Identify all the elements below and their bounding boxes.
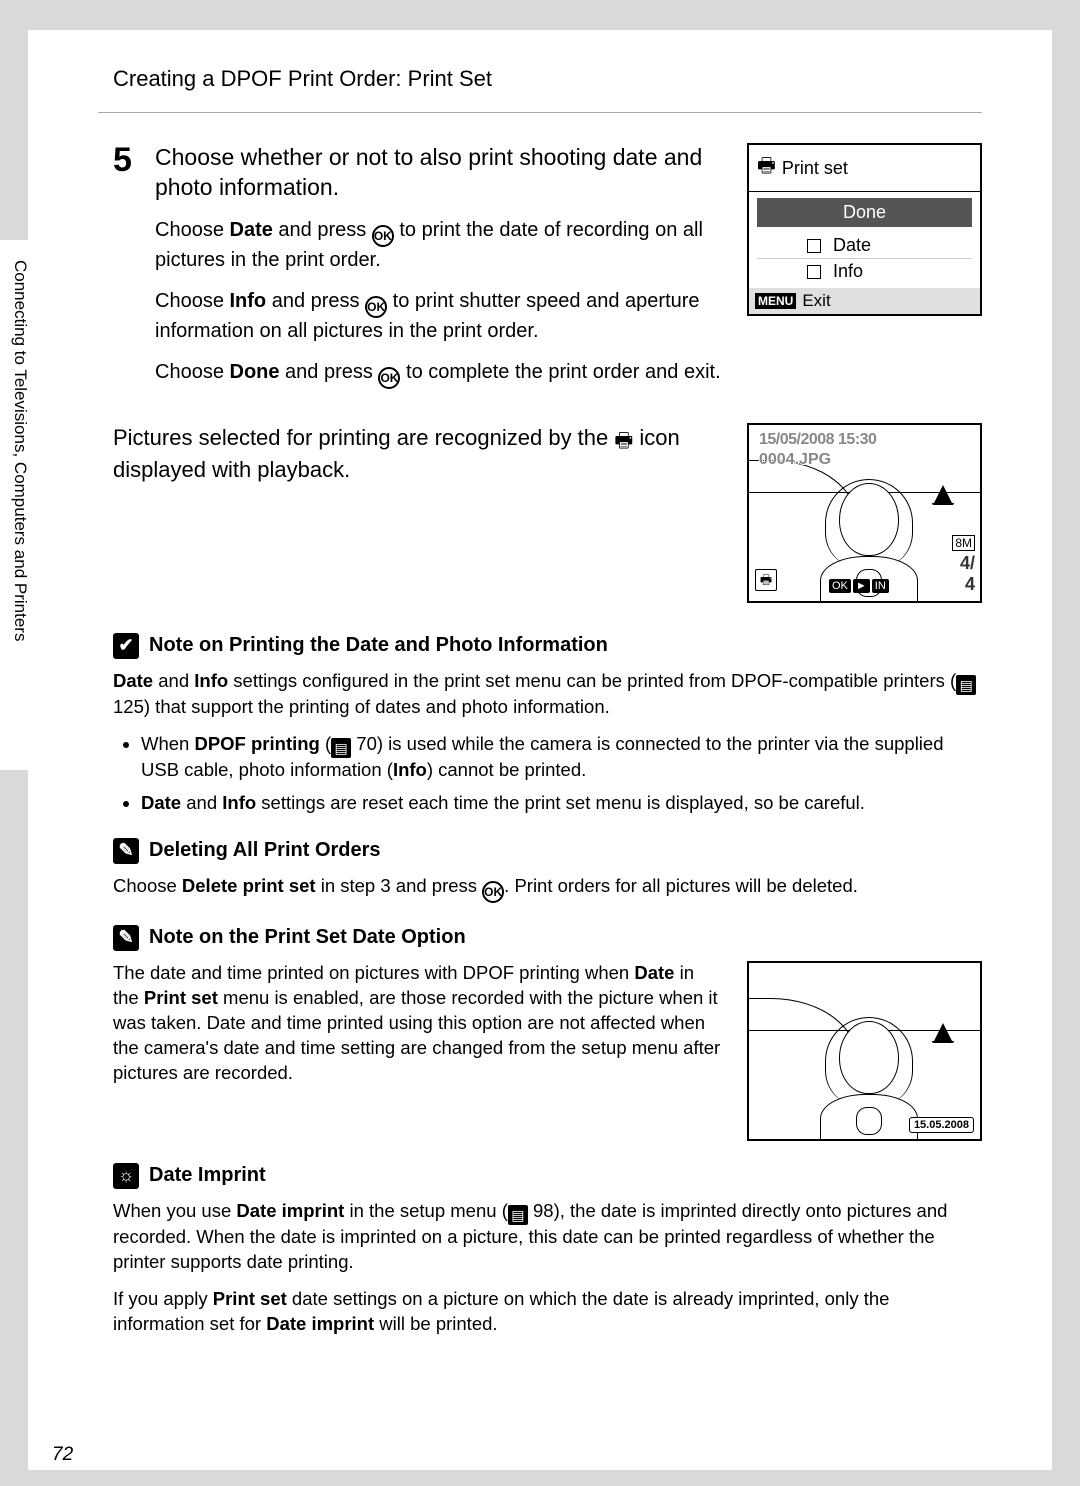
playback-total: 4 — [965, 574, 975, 594]
playback-filename: 0004.JPG — [759, 451, 831, 469]
playback-image: 15/05/2008 15:30 0004.JPG 🖶 OK►IN 8M 4/ … — [747, 423, 982, 603]
menu-date-label: Date — [833, 235, 871, 256]
page-ref-icon: ▤ — [508, 1205, 528, 1225]
note-delete-orders: ✎ Deleting All Print Orders Choose Delet… — [113, 838, 982, 903]
pencil-icon: ✎ — [113, 838, 139, 864]
note-printing-date-info: ✔ Note on Printing the Date and Photo In… — [113, 633, 982, 816]
ok-icon: OK — [482, 881, 504, 903]
menu-date[interactable]: Date — [757, 233, 972, 259]
menu-header: 🖶 Print set — [749, 145, 980, 192]
step-heading: Choose whether or not to also print shoo… — [155, 143, 727, 203]
sailboat-icon — [934, 1023, 952, 1041]
note-print-set-date: ✎ Note on the Print Set Date Option The … — [113, 925, 982, 1141]
note-title: Note on Printing the Date and Photo Info… — [149, 634, 608, 657]
print-order-icon: 🖶 — [614, 428, 633, 455]
menu-title: Print set — [782, 158, 848, 179]
playback-date: 15/05/2008 15:30 — [759, 431, 876, 449]
page-ref-icon: ▤ — [956, 675, 976, 695]
page: Creating a DPOF Print Order: Print Set 5… — [28, 30, 1052, 1470]
checkbox-icon — [807, 265, 821, 279]
ok-icon: OK — [365, 296, 387, 318]
note1-bullet-1: When DPOF printing (▤ 70) is used while … — [141, 732, 982, 783]
print-order-icon: 🖶 — [755, 569, 777, 591]
playback-row: Pictures selected for printing are recog… — [113, 423, 982, 603]
note3-image: 15.05.2008 — [747, 961, 982, 1141]
section-title: Creating a DPOF Print Order: Print Set — [113, 66, 982, 92]
menu-done[interactable]: Done — [757, 198, 972, 227]
menu-info[interactable]: Info — [757, 259, 972, 284]
note-date-imprint: ☼ Date Imprint When you use Date imprint… — [113, 1163, 982, 1337]
menu-exit-label: Exit — [802, 291, 830, 311]
page-number: 72 — [52, 1444, 73, 1466]
note-title: Note on the Print Set Date Option — [149, 926, 466, 949]
sailboat-icon — [934, 485, 952, 503]
step-5: 5 Choose whether or not to also print sh… — [98, 143, 982, 403]
step-p3: Choose Done and press OK to complete the… — [155, 359, 727, 389]
step-body: Choose whether or not to also print shoo… — [155, 143, 727, 403]
ok-icon: OK — [378, 367, 400, 389]
step-number: 5 — [113, 143, 135, 177]
menu-footer: MENU Exit — [749, 288, 980, 314]
ok-icon: OK — [372, 225, 394, 247]
pencil-icon: ✎ — [113, 925, 139, 951]
side-tab-label: Connecting to Televisions, Computers and… — [0, 260, 30, 641]
menu-info-label: Info — [833, 261, 863, 282]
playback-text: Pictures selected for printing are recog… — [113, 423, 717, 603]
imprint-date: 15.05.2008 — [909, 1117, 974, 1133]
print-set-menu: 🖶 Print set Done Date Info MENU Exit — [747, 143, 982, 316]
title-rule — [98, 112, 982, 113]
playback-ok-strip: OK►IN — [829, 579, 889, 593]
menu-tag-icon: MENU — [755, 293, 796, 309]
note-title: Date Imprint — [149, 1164, 266, 1187]
note-title: Deleting All Print Orders — [149, 839, 381, 862]
checkbox-icon — [807, 239, 821, 253]
printer-icon: 🖶 — [757, 151, 776, 185]
step-p2: Choose Info and press OK to print shutte… — [155, 288, 727, 345]
step-p1: Choose Date and press OK to print the da… — [155, 217, 727, 274]
person-illustration — [814, 1021, 925, 1141]
playback-count: 4/ — [960, 553, 975, 573]
check-icon: ✔ — [113, 633, 139, 659]
page-ref-icon: ▤ — [331, 738, 351, 758]
info-icon: ☼ — [113, 1163, 139, 1189]
resolution-badge: 8M — [952, 535, 975, 551]
note1-bullet-2: Date and Info settings are reset each ti… — [141, 791, 982, 816]
